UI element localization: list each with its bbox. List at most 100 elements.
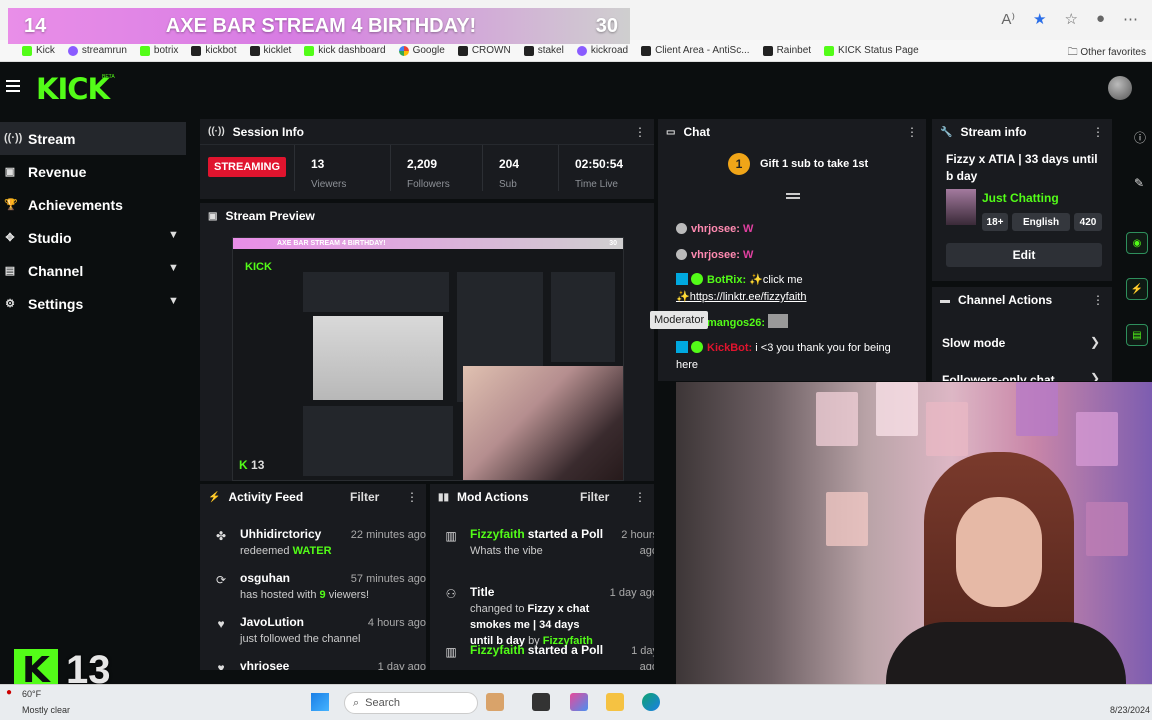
overlay-title: AXE BAR STREAM 4 BIRTHDAY!	[165, 14, 477, 37]
sidebar-item-revenue[interactable]: ▣ Revenue	[0, 155, 190, 188]
profile-icon[interactable]: ●	[1096, 10, 1105, 28]
sidebar-item-channel[interactable]: ▤ Channel ▼	[0, 254, 190, 287]
rail-list-icon[interactable]: ▤	[1126, 324, 1148, 346]
kebab-menu-icon[interactable]: ⋮	[406, 490, 418, 504]
lightning-icon: ⚡	[208, 491, 221, 503]
more-menu-icon[interactable]: ⋯	[1123, 10, 1138, 28]
chat-link[interactable]: ✨https://linktr.ee/fizzyfaith	[676, 291, 806, 303]
kebab-menu-icon[interactable]: ⋮	[634, 125, 646, 139]
pinned-divider-icon[interactable]	[786, 193, 800, 195]
edge-browser-icon[interactable]	[642, 693, 660, 711]
kebab-menu-icon[interactable]: ⋮	[1092, 125, 1104, 139]
activity-item: ♥ vhrjosee 1 day ago	[214, 658, 426, 670]
kickroad-icon	[576, 45, 587, 56]
bookmark-botrix[interactable]: botrix	[139, 45, 178, 56]
sidebar-item-settings[interactable]: ⚙ Settings ▼	[0, 287, 190, 320]
kickbot-icon	[191, 45, 202, 56]
sidebar-item-stream[interactable]: ((·)) Stream	[0, 122, 186, 155]
streamer-face	[956, 497, 1042, 607]
kebab-menu-icon[interactable]: ⋮	[1092, 293, 1104, 307]
taskbar-search[interactable]: ⌕ Search	[344, 692, 478, 714]
bookmark-kicklet[interactable]: kicklet	[249, 45, 291, 56]
info-icon[interactable]: ⓘ	[1134, 129, 1146, 146]
windows-start-icon[interactable]	[311, 693, 329, 711]
mod-action-item: ⚇ Title changed to Fizzy x chat smokes me…	[445, 585, 654, 647]
activity-filter-button[interactable]: Filter	[350, 490, 379, 504]
stat-followers: 2,209 Followers	[390, 145, 482, 191]
menu-icon[interactable]	[6, 80, 20, 95]
bookmark-streamrun[interactable]: streamrun	[67, 45, 127, 56]
taskbar-app-icon[interactable]	[486, 693, 504, 711]
windows-taskbar: ● 60°F Mostly clear ⌕ Search 8/23/2024	[0, 684, 1152, 720]
bookmark-kick[interactable]: Kick	[22, 45, 55, 56]
video-icon: ▣	[208, 210, 218, 222]
chat-icon: ▭	[666, 126, 676, 138]
kick-icon	[22, 45, 32, 56]
revenue-icon: ▣	[4, 166, 16, 178]
chevron-right-icon[interactable]: ❯	[1090, 335, 1100, 349]
chevron-right-icon[interactable]: ❯	[1090, 371, 1100, 381]
stream-preview-video[interactable]: AXE BAR STREAM 4 BIRTHDAY! 30 KICK K 13	[232, 237, 624, 481]
read-aloud-icon[interactable]: A⁾	[1001, 10, 1015, 28]
sidebar-item-studio[interactable]: ✥ Studio ▼	[0, 221, 190, 254]
channel-actions-title: Channel Actions	[958, 293, 1053, 307]
chat-message: vhrjosee: W	[676, 247, 906, 264]
sidebar: ((·)) Stream ▣ Revenue 🏆 Achievements ✥ Stud…	[0, 122, 190, 320]
kebab-menu-icon[interactable]: ⋮	[634, 490, 646, 504]
stat-viewers: 13 Viewers	[294, 145, 390, 191]
heart-icon: ♥	[217, 617, 225, 631]
heart-icon: ♥	[217, 661, 225, 670]
chat-message: mangos26:	[676, 314, 906, 332]
favorite-star-icon[interactable]: ★	[1033, 10, 1046, 28]
bookmark-crown[interactable]: CROWN	[457, 45, 511, 56]
followers-only-action[interactable]: Followers-only chat	[942, 373, 1055, 381]
broadcast-icon: ((·))	[4, 132, 23, 144]
webcam-overlay	[676, 382, 1152, 704]
bookmark-kick-status[interactable]: KICK Status Page	[824, 45, 919, 56]
channel-actions-icon: ▬	[940, 294, 950, 306]
poll-icon: ▥	[445, 645, 457, 659]
chevron-down-icon: ▼	[168, 295, 179, 307]
other-favorites[interactable]: 🗀 Other favorites	[1068, 45, 1146, 61]
stream-category[interactable]: Just Chatting	[982, 191, 1059, 205]
stream-info-panel: 🔧 Stream info ⋮ Fizzy x ATIA | 33 days un…	[932, 119, 1112, 281]
slow-mode-action[interactable]: Slow mode	[942, 336, 1005, 350]
kick-header: KICK BETA	[0, 62, 1152, 114]
pencil-icon[interactable]: ✎	[1134, 176, 1144, 190]
task-view-icon[interactable]	[532, 693, 550, 711]
bookmark-google[interactable]: Google	[398, 45, 445, 56]
kick-logo[interactable]: KICK	[36, 72, 110, 106]
edit-stream-info-button[interactable]: Edit	[946, 243, 1102, 267]
bookmark-kickroad[interactable]: kickroad	[576, 45, 628, 56]
moderator-badge-icon	[676, 273, 688, 285]
title-change-icon: ⚇	[445, 587, 457, 601]
mod-action-item: ▥ Fizzyfaith started a Poll Whats the vib…	[445, 527, 654, 557]
weather-temp: 60°F	[22, 689, 42, 699]
bookmark-kick-dashboard[interactable]: kick dashboard	[304, 45, 386, 56]
kick-dashboard-icon	[304, 45, 315, 56]
mod-actions-panel: ▮▮ Mod Actions Filter ⋮ ▥ Fizzyfaith star…	[430, 484, 654, 670]
kebab-menu-icon[interactable]: ⋮	[906, 125, 918, 139]
activity-feed-title: Activity Feed	[228, 490, 304, 504]
bookmark-rainbet[interactable]: Rainbet	[762, 45, 811, 56]
screen: A⁾ ★ ☆ ● ⋯ Kick streamrun botrix kickbot…	[0, 0, 1152, 720]
bookmark-kickbot[interactable]: kickbot	[191, 45, 237, 56]
user-avatar[interactable]	[1108, 76, 1132, 100]
rail-camera-icon[interactable]: ◉	[1126, 232, 1148, 254]
gear-icon: ⚙	[5, 298, 15, 310]
gift-sub-banner[interactable]: 1 Gift 1 sub to take 1st	[728, 153, 868, 175]
copilot-icon[interactable]	[570, 693, 588, 711]
chat-panel: ▭ Chat ⋮ 1 Gift 1 sub to take 1st vhrjose…	[658, 119, 926, 381]
weather-icon[interactable]: ●	[6, 687, 12, 698]
bookmark-stakel[interactable]: stakel	[523, 45, 564, 56]
bookmark-client-area[interactable]: Client Area - AntiSc...	[641, 45, 750, 56]
mod-actions-icon: ▮▮	[438, 491, 450, 503]
favorites-icon[interactable]: ☆	[1064, 10, 1077, 28]
studio-icon: ✥	[5, 232, 15, 244]
channel-actions-panel: ▬ Channel Actions ⋮ Slow mode ❯ Followers…	[932, 287, 1112, 381]
mod-filter-button[interactable]: Filter	[580, 490, 609, 504]
sidebar-item-achievements[interactable]: 🏆 Achievements	[0, 188, 190, 221]
file-explorer-icon[interactable]	[606, 693, 624, 711]
chat-message: vhrjosee: W	[676, 221, 906, 238]
rail-lightning-icon[interactable]: ⚡	[1126, 278, 1148, 300]
